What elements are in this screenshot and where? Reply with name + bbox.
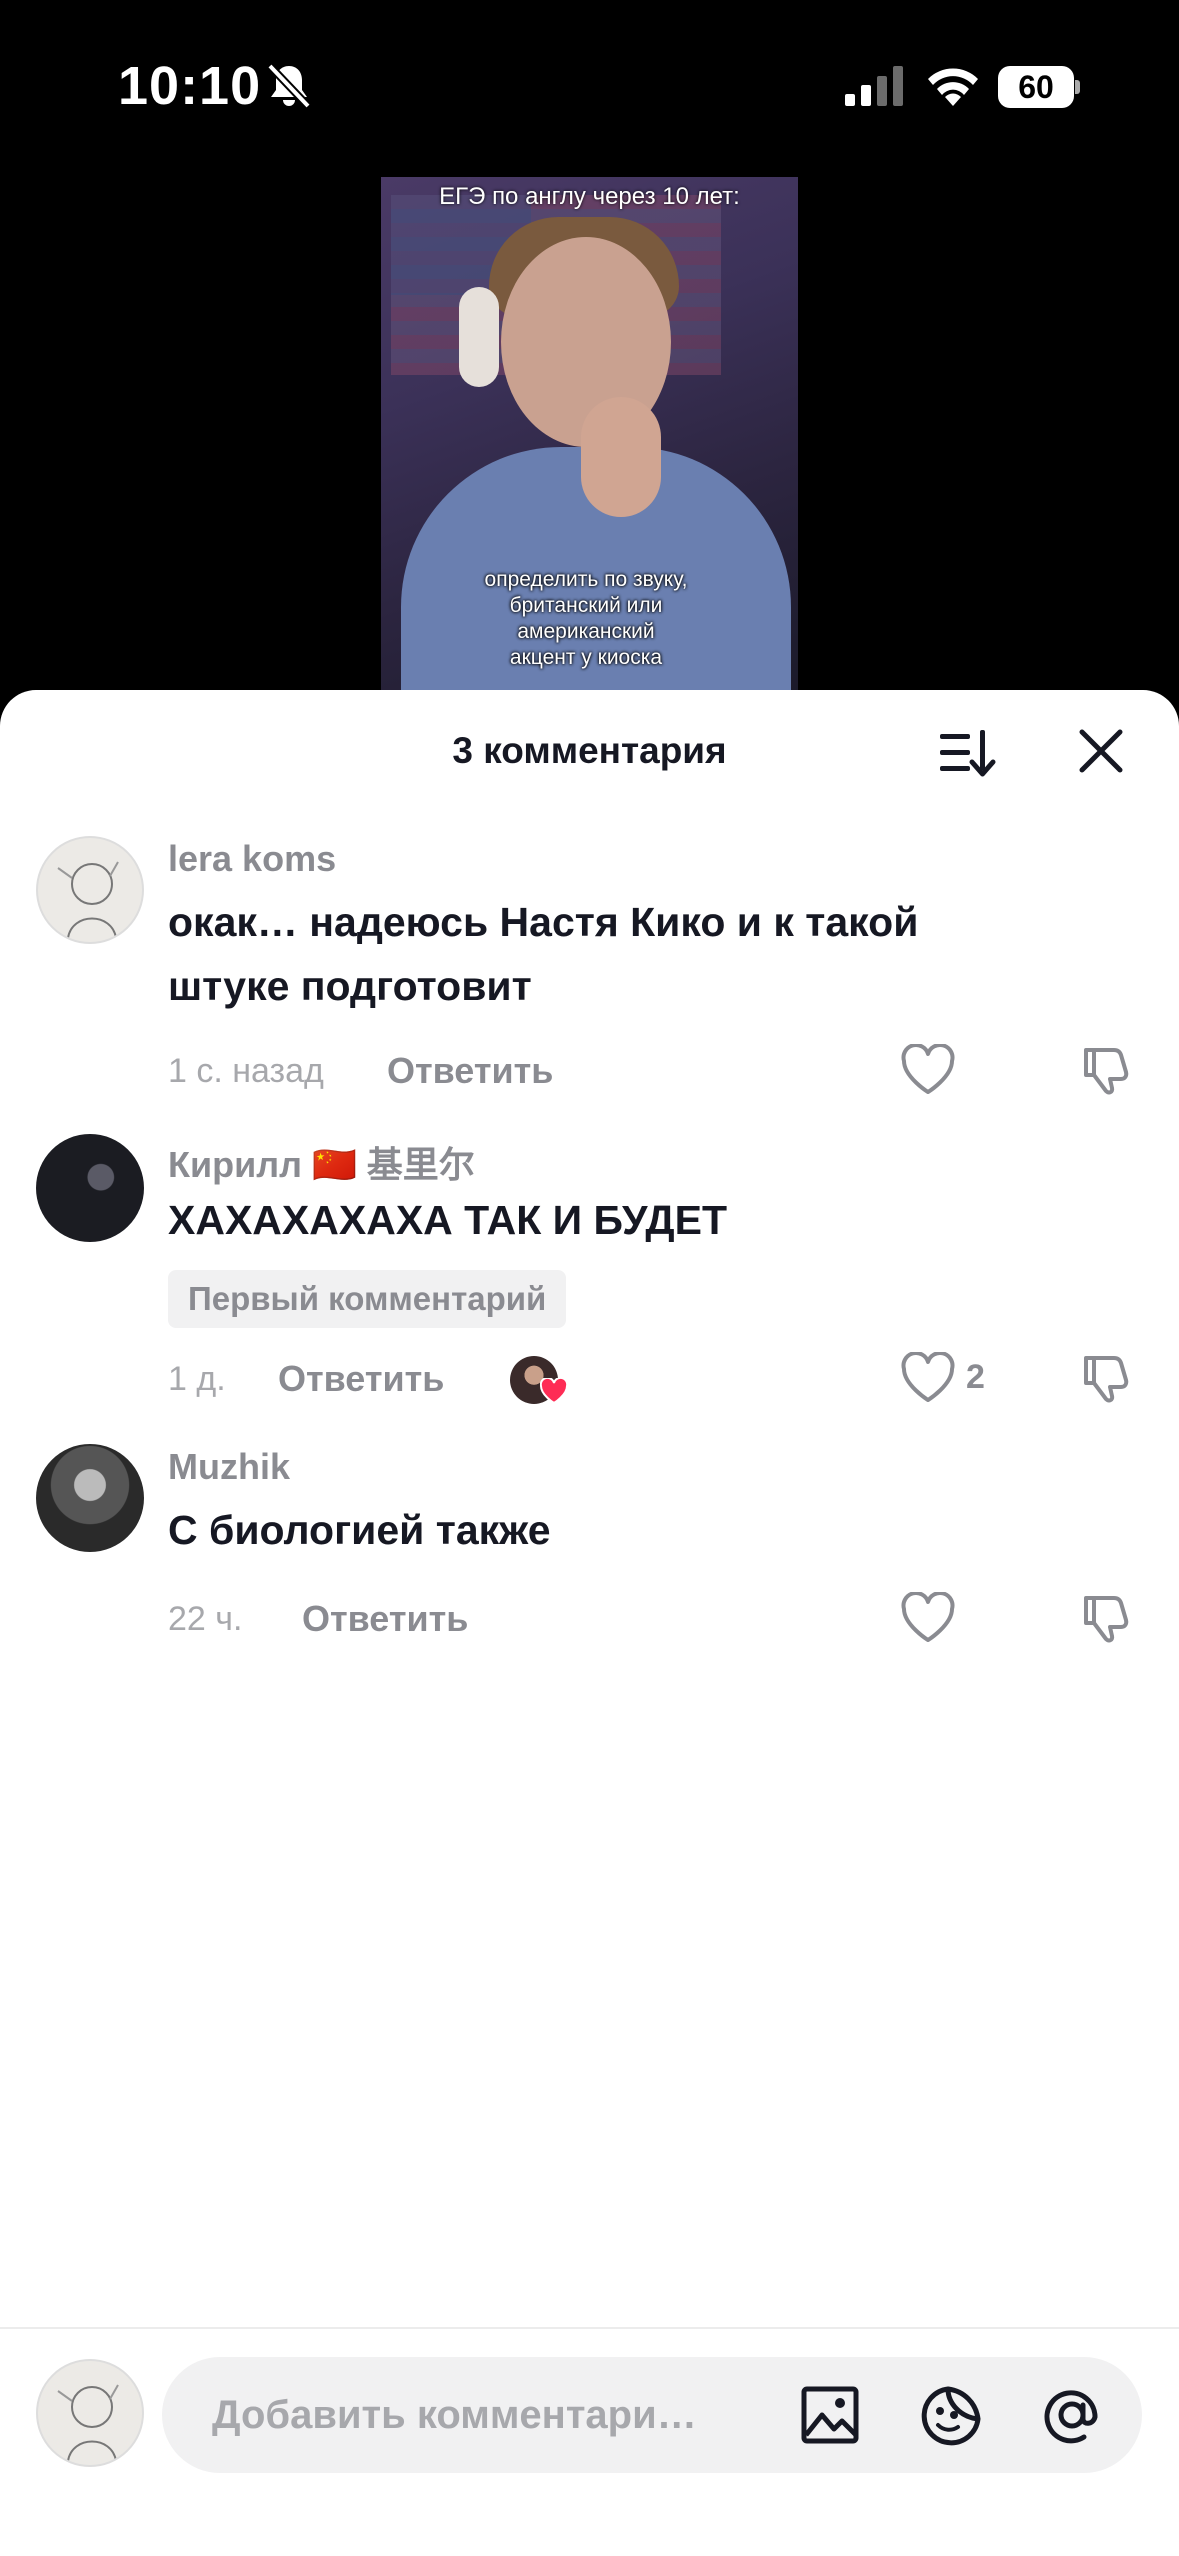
heart-icon[interactable] (900, 1592, 956, 1644)
video-caption-middle: определить по звуку, британский или амер… (484, 568, 688, 669)
comment-text: ХАХАХАХАХА ТАК И БУДЕТ (168, 1197, 727, 1243)
video-preview[interactable]: ЕГЭ по англу через 10 лет: определить по… (381, 177, 798, 690)
mention-icon[interactable] (1040, 2383, 1104, 2447)
emoji-sticker-icon[interactable] (920, 2385, 982, 2447)
sketch-avatar-icon (57, 2384, 119, 2462)
first-comment-badge: Первый комментарий (168, 1270, 567, 1328)
avatar[interactable] (36, 1134, 144, 1242)
dislike-icon[interactable] (1080, 1042, 1134, 1096)
heart-icon[interactable] (900, 1352, 956, 1404)
video-caption-top: ЕГЭ по англу через 10 лет: (439, 183, 740, 210)
comment-text: С биологией также (168, 1507, 551, 1553)
bell-muted-icon (267, 63, 311, 109)
battery-nub (1075, 80, 1080, 94)
battery-percent: 60 (1018, 69, 1054, 105)
reply-button[interactable]: Ответить (278, 1358, 444, 1400)
close-icon[interactable] (1076, 726, 1126, 776)
dislike-icon[interactable] (1080, 1350, 1134, 1404)
headphones (459, 287, 499, 387)
like-count: 2 (966, 1358, 985, 1396)
my-avatar (36, 2359, 144, 2467)
cellular-signal-icon (845, 66, 903, 106)
battery-indicator: 60 (998, 66, 1080, 108)
creator-liked-heart-icon (540, 1378, 568, 1404)
comment-time: 22 ч. (168, 1600, 243, 1638)
dislike-icon[interactable] (1080, 1590, 1134, 1644)
sketch-avatar-icon (57, 861, 119, 939)
sort-icon[interactable] (938, 726, 996, 780)
reply-button[interactable]: Ответить (387, 1050, 553, 1092)
comment-input-placeholder: Добавить комментари… (212, 2393, 697, 2437)
status-bar: 10:10 60 (0, 0, 1179, 170)
heart-icon[interactable] (900, 1044, 956, 1096)
reply-button[interactable]: Ответить (302, 1598, 468, 1640)
comment-username[interactable]: Muzhik (168, 1446, 290, 1488)
comment-input-bar: Добавить комментари… (0, 2327, 1179, 2556)
wifi-icon (928, 68, 978, 106)
comment-input[interactable]: Добавить комментари… (162, 2357, 1142, 2473)
comments-count-title: 3 комментария (452, 730, 727, 771)
comment-time: 1 с. назад (168, 1052, 324, 1090)
comment-username[interactable]: Кирилл 🇨🇳 基里尔 (168, 1136, 475, 1188)
avatar[interactable] (36, 836, 144, 944)
sheet-header: 3 комментария (0, 690, 1179, 810)
avatar[interactable] (36, 1444, 144, 1552)
comment-text: окак… надеюсь Настя Кико и к такой штуке… (168, 899, 919, 1009)
status-time: 10:10 (118, 56, 262, 116)
comment-time: 1 д. (168, 1360, 226, 1398)
image-icon[interactable] (800, 2385, 860, 2445)
comment-username[interactable]: lera koms (168, 838, 336, 880)
person-hand (581, 397, 661, 517)
comments-sheet: 3 комментария lera koms окак… надеюсь На… (0, 690, 1179, 2556)
